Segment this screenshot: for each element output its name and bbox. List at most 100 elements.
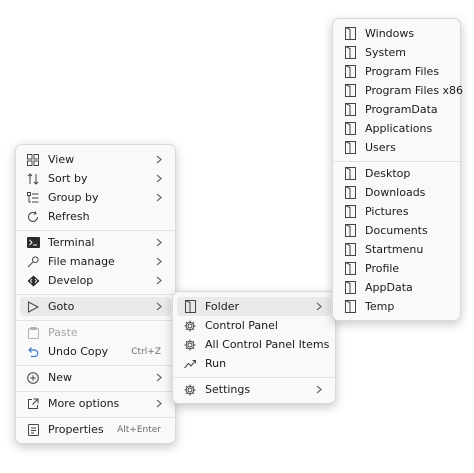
folder-submenu: Windows System Program Files Program Fil… [332, 18, 463, 321]
folder-icon [343, 65, 357, 79]
menu-item-label: Develop [48, 274, 94, 287]
folder-item-program-files[interactable]: Program Files [337, 62, 456, 81]
folder-item-label: System [365, 46, 407, 59]
folder-item-label: Pictures [365, 205, 409, 218]
clipboard-icon [26, 326, 40, 340]
refresh-icon [26, 210, 40, 224]
folder-item-downloads[interactable]: Downloads [337, 183, 456, 202]
folder-item-appdata[interactable]: AppData [337, 278, 456, 297]
folder-icon [343, 281, 357, 295]
folder-item-label: Desktop [365, 167, 411, 180]
properties-icon [26, 423, 40, 437]
menu-item-new[interactable]: New [20, 368, 171, 387]
menu-item-label: Sort by [48, 172, 88, 185]
chevron-right-icon [154, 257, 164, 267]
separator [333, 161, 460, 162]
folder-icon [343, 186, 357, 200]
menu-item-goto[interactable]: Goto [20, 297, 171, 316]
folder-item-documents[interactable]: Documents [337, 221, 456, 240]
chevron-right-icon [154, 276, 164, 286]
menu-item-label: Terminal [48, 236, 95, 249]
separator [16, 230, 175, 231]
sort-icon [26, 172, 40, 186]
folder-item-startmenu[interactable]: Startmenu [337, 240, 456, 259]
menu-item-label: Goto [48, 300, 75, 313]
separator [16, 365, 175, 366]
folder-item-label: Program Files [365, 65, 440, 78]
folder-item-label: ProgramData [365, 103, 438, 116]
folder-icon [183, 300, 197, 314]
menu-item-view[interactable]: View [20, 150, 171, 169]
menu-item-label: Group by [48, 191, 99, 204]
goto-submenu: Folder Control Panel All Control Panel I… [172, 291, 336, 404]
menu-item-sort-by[interactable]: Sort by [20, 169, 171, 188]
menu-item-label: Folder [205, 300, 239, 313]
chevron-right-icon [154, 399, 164, 409]
folder-icon [343, 103, 357, 117]
run-icon [183, 357, 197, 371]
menu-item-label: Properties [48, 423, 104, 436]
folder-item-system[interactable]: System [337, 43, 456, 62]
folder-item-label: Users [365, 141, 396, 154]
folder-item-windows[interactable]: Windows [337, 24, 456, 43]
terminal-icon [26, 236, 40, 250]
context-menu: View Sort by Group by Refresh Terminal F… [15, 144, 176, 444]
separator [16, 320, 175, 321]
share-icon [26, 397, 40, 411]
menu-item-label: Refresh [48, 210, 90, 223]
folder-item-program-files-x86[interactable]: Program Files x86 [337, 81, 463, 100]
chevron-right-icon [154, 302, 164, 312]
folder-item-users[interactable]: Users [337, 138, 456, 157]
menu-item-all-control-panel-items[interactable]: All Control Panel Items [177, 335, 331, 354]
menu-item-properties[interactable]: Properties Alt+Enter [20, 420, 171, 439]
folder-item-label: Program Files x86 [365, 84, 464, 97]
chevron-right-icon [154, 155, 164, 165]
menu-item-label: Run [205, 357, 227, 370]
menu-item-label: Control Panel [205, 319, 278, 332]
menu-item-develop[interactable]: Develop [20, 271, 171, 290]
chevron-right-icon [154, 373, 164, 383]
chevron-right-icon [154, 238, 164, 248]
folder-item-label: Profile [365, 262, 400, 275]
folder-icon [343, 122, 357, 136]
folder-item-label: Startmenu [365, 243, 424, 256]
gear-icon [183, 338, 197, 352]
menu-item-label: Undo Copy [48, 345, 109, 358]
folder-icon [343, 84, 357, 98]
folder-icon [343, 27, 357, 41]
folder-icon [343, 224, 357, 238]
menu-item-run[interactable]: Run [177, 354, 331, 373]
menu-item-label: More options [48, 397, 120, 410]
menu-item-paste[interactable]: Paste [20, 323, 171, 342]
separator [173, 377, 335, 378]
folder-item-desktop[interactable]: Desktop [337, 164, 456, 183]
separator [16, 391, 175, 392]
folder-item-applications[interactable]: Applications [337, 119, 456, 138]
grid-icon [26, 153, 40, 167]
folder-icon [343, 167, 357, 181]
folder-item-programdata[interactable]: ProgramData [337, 100, 456, 119]
gear-icon [183, 383, 197, 397]
menu-item-folder[interactable]: Folder [177, 297, 331, 316]
folder-icon [343, 46, 357, 60]
menu-item-label: New [48, 371, 72, 384]
menu-item-undo-copy[interactable]: Undo Copy Ctrl+Z [20, 342, 171, 361]
folder-item-pictures[interactable]: Pictures [337, 202, 456, 221]
menu-item-settings[interactable]: Settings [177, 380, 331, 399]
folder-item-label: Windows [365, 27, 415, 40]
folder-item-temp[interactable]: Temp [337, 297, 456, 316]
folder-icon [343, 262, 357, 276]
wrench-icon [26, 255, 40, 269]
menu-item-label: Paste [48, 326, 78, 339]
menu-item-terminal[interactable]: Terminal [20, 233, 171, 252]
menu-item-control-panel[interactable]: Control Panel [177, 316, 331, 335]
menu-item-group-by[interactable]: Group by [20, 188, 171, 207]
menu-item-file-manage[interactable]: File manage [20, 252, 171, 271]
menu-item-more-options[interactable]: More options [20, 394, 171, 413]
folder-item-profile[interactable]: Profile [337, 259, 456, 278]
folder-item-label: Downloads [365, 186, 426, 199]
menu-item-refresh[interactable]: Refresh [20, 207, 171, 226]
undo-icon [26, 345, 40, 359]
separator [16, 417, 175, 418]
separator [16, 294, 175, 295]
